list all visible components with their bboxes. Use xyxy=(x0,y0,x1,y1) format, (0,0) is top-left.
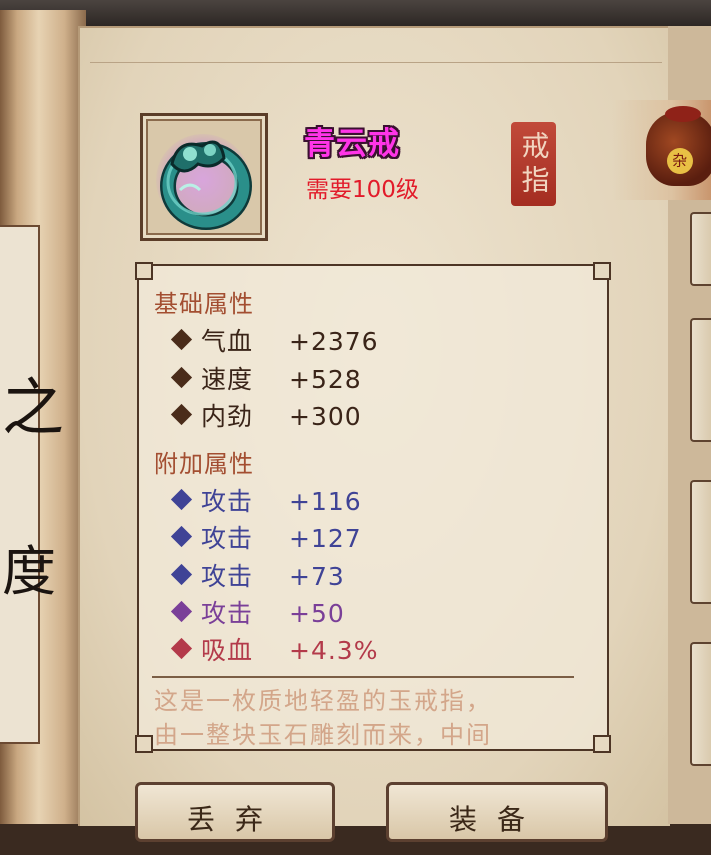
level-requirement: 需要100级 xyxy=(306,177,419,203)
stat-value: +50 xyxy=(289,599,345,628)
stat-name: 攻击 xyxy=(201,487,254,516)
base-stat-row: 速度 +528 xyxy=(170,360,362,394)
discard-button[interactable]: 丢弃 xyxy=(135,782,335,842)
stat-name: 速度 xyxy=(201,365,254,394)
box-corner xyxy=(593,735,611,753)
box-corner xyxy=(135,262,153,280)
extra-attributes-title: 附加属性 xyxy=(154,450,254,478)
scroll-calligraphy-2: 度 xyxy=(2,540,56,603)
extra-stat-row: 吸血 +4.3% xyxy=(170,631,378,665)
stat-value: +73 xyxy=(289,562,345,591)
stat-value: +127 xyxy=(289,524,362,553)
item-type-seal: 戒指 xyxy=(511,122,556,206)
extra-stat-row: 攻击 +127 xyxy=(170,519,362,553)
stat-name: 内劲 xyxy=(201,402,254,431)
diamond-bullet-icon xyxy=(170,525,193,548)
seal-text: 戒指 xyxy=(517,131,551,199)
jar-lid xyxy=(665,106,701,122)
description-divider xyxy=(152,676,574,678)
item-name: 青云戒 xyxy=(304,126,400,162)
scroll-calligraphy-1: 之 xyxy=(2,371,65,444)
base-stat-row: 气血 +2376 xyxy=(170,322,379,356)
inventory-slot[interactable] xyxy=(690,318,711,442)
box-corner xyxy=(135,735,153,753)
stat-name: 攻击 xyxy=(201,524,254,553)
diamond-bullet-icon xyxy=(170,328,193,351)
inventory-slot[interactable] xyxy=(690,480,711,604)
description-line-2: 由一整块玉石雕刻而来，中间 xyxy=(154,721,492,746)
diamond-bullet-icon xyxy=(170,488,193,511)
diamond-bullet-icon xyxy=(170,563,193,586)
stat-name: 气血 xyxy=(201,327,254,356)
base-attributes-title: 基础属性 xyxy=(154,290,254,318)
base-stat-row: 内劲 +300 xyxy=(170,397,362,431)
stat-value: +2376 xyxy=(289,327,379,356)
item-description[interactable]: 这是一枚质地轻盈的玉戒指， 由一整块玉石雕刻而来，中间 xyxy=(154,684,594,746)
inventory-slot[interactable] xyxy=(690,212,711,286)
stat-name: 攻击 xyxy=(201,562,254,591)
equip-button[interactable]: 装备 xyxy=(386,782,608,842)
jade-ring-icon xyxy=(160,140,252,230)
description-line-1: 这是一枚质地轻盈的玉戒指， xyxy=(154,687,492,715)
stat-name: 攻击 xyxy=(201,599,254,628)
box-corner xyxy=(593,262,611,280)
stat-value: +116 xyxy=(289,487,362,516)
stat-name: 吸血 xyxy=(201,636,254,665)
extra-stat-row: 攻击 +116 xyxy=(170,482,362,516)
diamond-bullet-icon xyxy=(170,403,193,426)
panel-divider xyxy=(90,62,662,63)
inventory-slot[interactable] xyxy=(690,642,711,766)
stat-value: +528 xyxy=(289,365,362,394)
extra-stat-row: 攻击 +73 xyxy=(170,557,345,591)
stat-value: +4.3% xyxy=(289,636,379,665)
diamond-bullet-icon xyxy=(170,637,193,660)
left-scroll-paper: 之 度 xyxy=(0,225,64,744)
diamond-bullet-icon xyxy=(170,366,193,389)
stat-value: +300 xyxy=(289,402,362,431)
extra-stat-row: 攻击 +50 xyxy=(170,594,345,628)
top-bar xyxy=(0,0,711,26)
diamond-bullet-icon xyxy=(170,600,193,623)
